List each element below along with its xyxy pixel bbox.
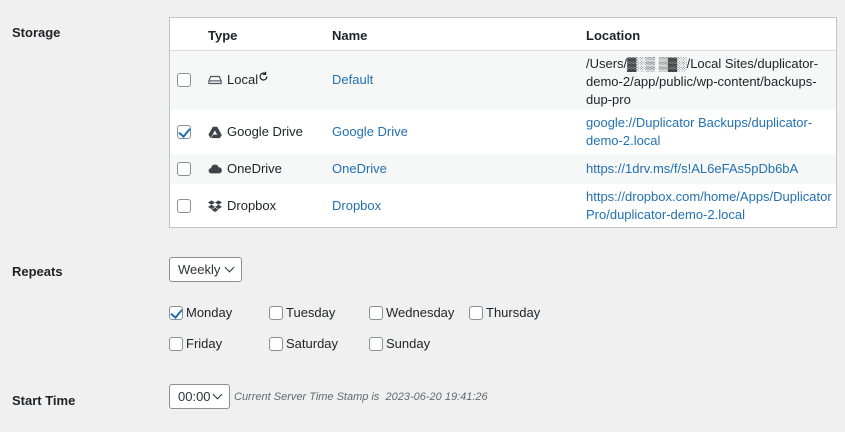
day-saturday[interactable]: Saturday (269, 336, 338, 351)
repeats-selected-value: Weekly (178, 262, 221, 277)
refresh-icon (259, 71, 268, 80)
storage-type-local: Local (208, 71, 269, 89)
storage-checkbox-dropbox[interactable] (177, 199, 191, 213)
location-line: google://Duplicator Backups/duplicator- (586, 115, 813, 130)
day-label: Sunday (386, 336, 431, 351)
storage-table: Type Name Location Local Default /Users/… (169, 17, 837, 228)
storage-name-dropbox[interactable]: Dropbox (332, 197, 381, 215)
storage-type-onedrive: OneDrive (208, 160, 282, 178)
chevron-down-icon (224, 262, 235, 273)
storage-location-local: /Users/▓░▒ ▒▓░/Local Sites/duplicator- d… (586, 55, 818, 109)
storage-type-google-drive: Google Drive (208, 123, 303, 141)
day-thursday[interactable]: Thursday (469, 305, 540, 320)
storage-row-dropbox: Dropbox Dropbox https://dropbox.com/home… (170, 184, 836, 227)
day-checkbox-sunday[interactable] (369, 336, 383, 351)
storage-row-local: Local Default /Users/▓░▒ ▒▓░/Local Sites… (170, 51, 836, 110)
google-drive-icon (208, 126, 222, 139)
storage-type-label: OneDrive (227, 161, 282, 176)
day-checkbox-thursday[interactable] (469, 305, 483, 320)
server-time-hint: Current Server Time Stamp is 2023-06-20 … (234, 391, 488, 403)
day-friday[interactable]: Friday (169, 336, 222, 351)
storage-name-google-drive[interactable]: Google Drive (332, 123, 408, 141)
chevron-down-icon (212, 389, 223, 400)
storage-table-header: Type Name Location (170, 18, 836, 51)
day-label: Wednesday (386, 305, 455, 320)
location-line: https://dropbox.com/home/Apps/Duplicator (586, 189, 832, 204)
day-checkbox-saturday[interactable] (269, 336, 283, 351)
day-label: Monday (186, 305, 233, 320)
hard-drive-icon (208, 75, 222, 85)
storage-type-dropbox: Dropbox (208, 197, 276, 215)
dropbox-icon (208, 200, 222, 212)
location-line: demo-2.local (586, 133, 661, 148)
storage-type-label: Local (227, 72, 259, 87)
day-label: Thursday (486, 305, 541, 320)
day-monday[interactable]: Monday (169, 305, 232, 320)
start-time-select[interactable]: 00:00 (169, 384, 230, 409)
storage-label: Storage (12, 25, 61, 40)
day-label: Saturday (286, 336, 339, 351)
storage-type-label: Dropbox (227, 198, 277, 213)
header-location: Location (586, 28, 641, 43)
storage-checkbox-local[interactable] (177, 73, 191, 87)
day-label: Tuesday (286, 305, 336, 320)
server-time-prefix: Current Server Time Stamp is (234, 391, 380, 403)
day-wednesday[interactable]: Wednesday (369, 305, 454, 320)
storage-checkbox-onedrive[interactable] (177, 162, 191, 176)
repeats-label: Repeats (12, 264, 63, 279)
start-time-label: Start Time (12, 393, 76, 408)
storage-name-local[interactable]: Default (332, 71, 373, 89)
server-time-value: 2023-06-20 19:41:26 (385, 391, 488, 403)
storage-row-onedrive: OneDrive OneDrive https://1drv.ms/f/s!AL… (170, 154, 836, 184)
day-sunday[interactable]: Sunday (369, 336, 430, 351)
location-line: dup-pro (586, 92, 631, 107)
location-line: demo-2/app/public/wp-content/backups- (586, 74, 817, 89)
day-checkbox-monday[interactable] (169, 305, 183, 320)
location-line: /Users/▓░▒ ▒▓░/Local Sites/duplicator- (586, 56, 819, 71)
day-label: Friday (186, 336, 223, 351)
storage-location-google-drive[interactable]: google://Duplicator Backups/duplicator- … (586, 114, 812, 150)
storage-type-label: Google Drive (227, 124, 303, 139)
start-time-selected-value: 00:00 (178, 389, 211, 404)
storage-checkbox-google-drive[interactable] (177, 125, 191, 139)
day-checkbox-friday[interactable] (169, 336, 183, 351)
storage-location-onedrive[interactable]: https://1drv.ms/f/s!AL6eFAs5pDb6bA (586, 160, 798, 178)
day-checkbox-tuesday[interactable] (269, 305, 283, 320)
location-line: Pro/duplicator-demo-2.local (586, 207, 745, 222)
header-type: Type (208, 28, 238, 43)
storage-name-onedrive[interactable]: OneDrive (332, 160, 387, 178)
day-tuesday[interactable]: Tuesday (269, 305, 335, 320)
header-name: Name (332, 28, 368, 43)
storage-location-dropbox[interactable]: https://dropbox.com/home/Apps/Duplicator… (586, 188, 832, 224)
storage-row-google-drive: Google Drive Google Drive google://Dupli… (170, 110, 836, 154)
day-checkbox-wednesday[interactable] (369, 305, 383, 320)
cloud-icon (208, 164, 222, 174)
repeats-select[interactable]: Weekly (169, 257, 242, 282)
